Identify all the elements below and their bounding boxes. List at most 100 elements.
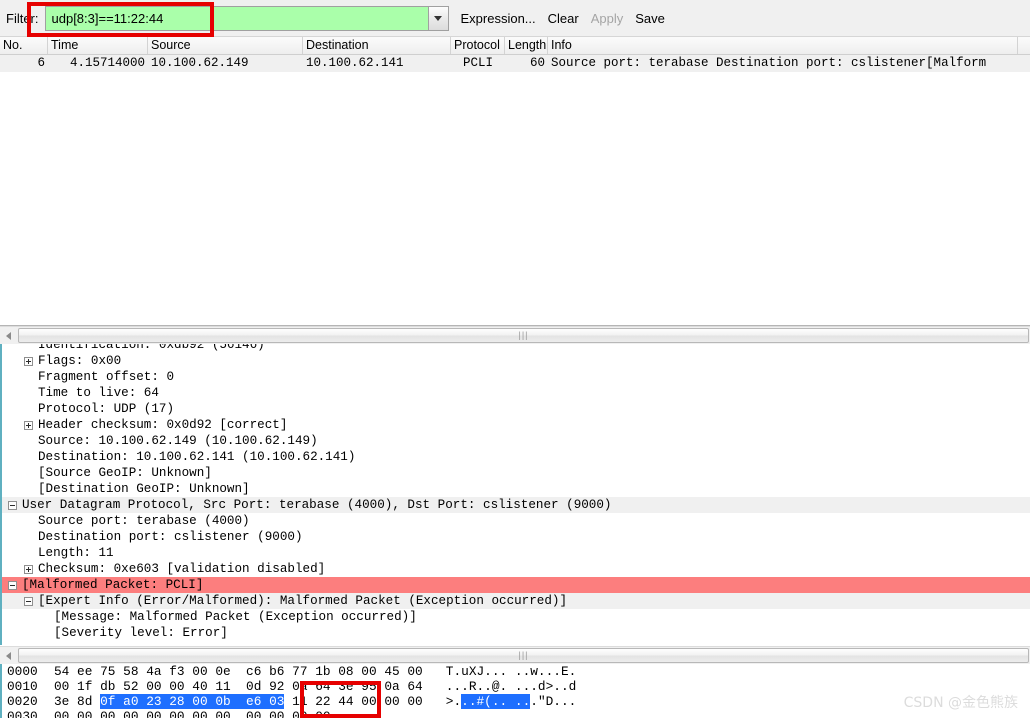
hex-offset: 0030 (7, 709, 38, 718)
detail-tree-row[interactable]: [Message: Malformed Packet (Exception oc… (2, 609, 1030, 625)
cell-dest: 10.100.62.141 (306, 56, 404, 70)
detail-tree-label: [Severity level: Error] (54, 626, 228, 640)
detail-tree-row[interactable]: Fragment offset: 0 (2, 369, 1030, 385)
wireshark-window: Filter: Expression... Clear Apply Save N… (0, 0, 1030, 718)
hex-offset: 0010 (7, 679, 38, 694)
hex-bytes: 54 ee 75 58 4a f3 00 0e c6 b6 77 1b 08 0… (54, 664, 423, 679)
detail-tree-row[interactable]: Protocol: UDP (17) (2, 401, 1030, 417)
tree-toggle-placeholder (22, 467, 35, 480)
scrollbar-grip: ||| (518, 650, 529, 660)
detail-tree-row[interactable]: Header checksum: 0x0d92 [correct] (2, 417, 1030, 433)
scroll-left-arrow-icon[interactable] (0, 647, 17, 664)
packet-list-row[interactable]: 6 4.15714000 10.100.62.149 10.100.62.141 PCL… (0, 55, 1030, 72)
filter-history-dropdown-button[interactable] (427, 6, 448, 30)
detail-tree-label: Fragment offset: 0 (38, 370, 175, 384)
detail-tree-label: Protocol: UDP (17) (38, 402, 175, 416)
detail-tree-label: User Datagram Protocol, Src Port: teraba… (22, 498, 612, 512)
packet-list-header: No. Time Source Destination Protocol Length In… (0, 37, 1030, 55)
packet-details-hscrollbar[interactable]: ||| (0, 646, 1030, 664)
column-header-time[interactable]: Time (48, 37, 148, 54)
detail-tree-label: Time to live: 64 (38, 386, 159, 400)
column-header-info[interactable]: Info (548, 37, 1018, 54)
detail-tree-label: [Message: Malformed Packet (Exception oc… (54, 610, 417, 624)
tree-toggle-placeholder (22, 344, 35, 352)
expression-button[interactable]: Expression... (461, 11, 536, 26)
watermark: CSDN @金色熊族 (903, 695, 1018, 711)
detail-tree-row[interactable]: [Severity level: Error] (2, 625, 1030, 641)
tree-toggle[interactable] (22, 419, 35, 432)
detail-tree-row[interactable]: Destination: 10.100.62.141 (10.100.62.14… (2, 449, 1030, 465)
tree-toggle[interactable] (6, 579, 19, 592)
tree-toggle-placeholder (22, 483, 35, 496)
apply-filter-button[interactable]: Apply (591, 11, 624, 26)
hex-dump-row[interactable]: 0000 54 ee 75 58 4a f3 00 0e c6 b6 77 1b … (2, 664, 1030, 679)
tree-toggle-placeholder (22, 435, 35, 448)
tree-toggle[interactable] (22, 595, 35, 608)
hex-offset: 0000 (7, 664, 38, 679)
scrollbar-thumb[interactable]: ||| (18, 648, 1029, 663)
cell-protocol: PCLI (462, 56, 493, 70)
hex-gap (331, 709, 354, 718)
detail-tree-row[interactable]: [Source GeoIP: Unknown] (2, 465, 1030, 481)
tree-toggle-placeholder (22, 451, 35, 464)
packet-bytes-pane[interactable]: 0000 54 ee 75 58 4a f3 00 0e c6 b6 77 1b … (0, 664, 1030, 718)
tree-toggle-placeholder (22, 403, 35, 416)
detail-tree-row[interactable]: [Malformed Packet: PCLI] (2, 577, 1030, 593)
cell-no: 6 (37, 56, 45, 70)
tree-toggle-placeholder (22, 515, 35, 528)
tree-toggle[interactable] (22, 355, 35, 368)
detail-tree-row[interactable]: Source: 10.100.62.149 (10.100.62.149) (2, 433, 1030, 449)
hex-gap (423, 664, 446, 679)
column-header-no[interactable]: No. (0, 37, 48, 54)
tree-toggle-placeholder (38, 627, 51, 640)
chevron-down-icon (434, 15, 442, 21)
collapse-icon[interactable] (8, 500, 17, 510)
clear-filter-button[interactable]: Clear (548, 11, 579, 26)
packet-list-hscrollbar[interactable]: ||| (0, 326, 1030, 344)
column-header-length[interactable]: Length (505, 37, 548, 54)
tree-toggle-placeholder (22, 531, 35, 544)
packet-list-pane[interactable]: No. Time Source Destination Protocol Length In… (0, 37, 1030, 326)
hex-dump-row[interactable]: 0030 00 00 00 00 00 00 00 00 00 00 00 00 … (2, 709, 1030, 718)
hex-bytes: 00 1f db 52 00 00 40 11 0d 92 0a 64 3e 9… (54, 679, 423, 694)
detail-tree-row[interactable]: Source port: terabase (4000) (2, 513, 1030, 529)
expand-icon[interactable] (24, 356, 33, 366)
detail-tree-label: Source port: terabase (4000) (38, 514, 250, 528)
cell-info: Source port: terabase Destination port: … (551, 56, 987, 70)
detail-tree-row[interactable]: [Destination GeoIP: Unknown] (2, 481, 1030, 497)
hex-ascii: >...#(.. ..."D... (445, 694, 577, 709)
column-header-source[interactable]: Source (148, 37, 303, 54)
display-filter-input[interactable] (45, 6, 428, 30)
detail-tree-label: [Malformed Packet: PCLI] (22, 578, 204, 592)
scroll-left-arrow-icon[interactable] (0, 327, 17, 344)
packet-details-pane[interactable]: Identification: 0xdb92 (56146) Flags: 0x0… (0, 344, 1030, 645)
detail-tree-row[interactable]: Time to live: 64 (2, 385, 1030, 401)
detail-tree-row[interactable]: [Expert Info (Error/Malformed): Malforme… (2, 593, 1030, 609)
scrollbar-thumb[interactable]: ||| (18, 328, 1029, 343)
collapse-icon[interactable] (8, 580, 17, 590)
detail-tree-row[interactable]: Checksum: 0xe603 [validation disabled] (2, 561, 1030, 577)
hex-dump-row[interactable]: 0020 3e 8d 0f a0 23 28 00 0b e6 03 11 22 … (2, 694, 1030, 709)
detail-tree-row[interactable]: Destination port: cslistener (9000) (2, 529, 1030, 545)
detail-tree-row[interactable]: Length: 11 (2, 545, 1030, 561)
column-header-protocol[interactable]: Protocol (451, 37, 505, 54)
hex-dump-row[interactable]: 0010 00 1f db 52 00 00 40 11 0d 92 0a 64 … (2, 679, 1030, 694)
filter-label: Filter: (6, 10, 39, 26)
detail-tree-label: Length: 11 (38, 546, 114, 560)
cell-length: 60 (529, 56, 545, 70)
tree-toggle[interactable] (22, 563, 35, 576)
tree-toggle[interactable] (6, 499, 19, 512)
column-header-dest[interactable]: Destination (303, 37, 451, 54)
detail-tree-row[interactable]: User Datagram Protocol, Src Port: teraba… (2, 497, 1030, 513)
expand-icon[interactable] (24, 420, 33, 430)
collapse-icon[interactable] (24, 596, 33, 606)
detail-tree-label: [Source GeoIP: Unknown] (38, 466, 212, 480)
expand-icon[interactable] (24, 564, 33, 574)
tree-toggle-placeholder (38, 611, 51, 624)
tree-toggle-placeholder (22, 371, 35, 384)
save-filter-button[interactable]: Save (635, 11, 665, 26)
detail-tree-row[interactable]: Identification: 0xdb92 (56146) (2, 344, 1030, 353)
packet-list-rows: 6 4.15714000 10.100.62.149 10.100.62.141 PCL… (0, 55, 1030, 72)
detail-tree-label: Source: 10.100.62.149 (10.100.62.149) (38, 434, 318, 448)
detail-tree-row[interactable]: Flags: 0x00 (2, 353, 1030, 369)
